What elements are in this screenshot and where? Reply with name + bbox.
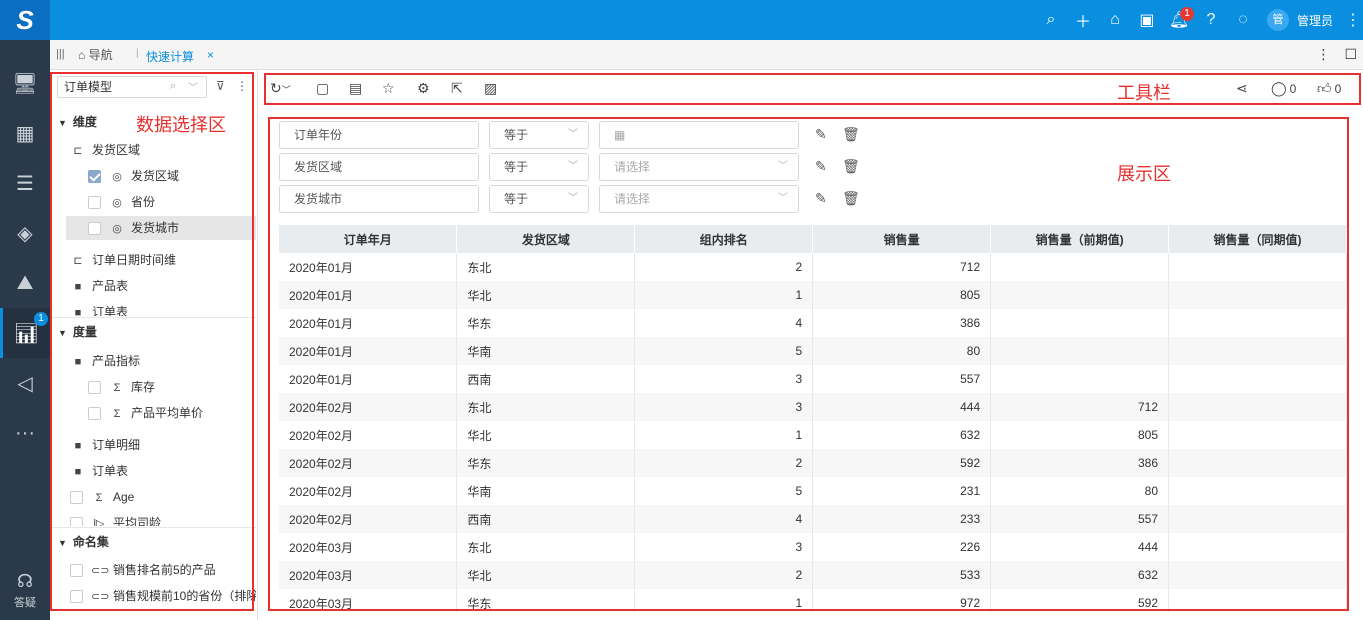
left-nav: 🖥︎ ▦ ☰ ◈ ⛰︎ 📊︎ 1 ◁ ··· ☊ 答疑 xyxy=(0,40,50,620)
annotation-toolbar: 工具栏 xyxy=(1117,83,1171,103)
username[interactable]: 管理员 xyxy=(1297,12,1333,29)
annotation-data-area: 数据选择区 xyxy=(136,115,226,135)
notification-badge: 1 xyxy=(1179,7,1194,21)
tab-bar: ||| ⌂ 导航 | 快速计算 × ⋮ ☐ xyxy=(50,40,1363,70)
tab-quick-calc[interactable]: 快速计算 xyxy=(146,48,194,65)
top-bar: S ⌕ ＋ ⌂ ▣ 🔔︎ 1 ? ◌ 管 管理员 ⋮ xyxy=(0,0,1363,40)
annotation-box-data-area xyxy=(50,72,254,611)
home-icon: ⌂ xyxy=(78,48,86,62)
drag-handle-icon[interactable]: ||| xyxy=(56,48,65,60)
monitor-icon[interactable]: 🖥︎ xyxy=(0,58,50,108)
maximize-icon[interactable]: ☐ xyxy=(1344,46,1357,63)
tab-right-controls: ⋮ ☐ xyxy=(1316,46,1357,63)
send-icon[interactable]: ◁ xyxy=(0,358,50,408)
more-vertical-icon[interactable]: ⋮ xyxy=(1343,0,1363,40)
analysis-chart-icon[interactable]: 📊︎ 1 xyxy=(0,308,50,358)
chart-mountain-icon[interactable]: ⛰︎ xyxy=(0,258,50,308)
help-label: 答疑 xyxy=(14,597,36,609)
headset-icon: ☊ xyxy=(17,571,33,591)
database-icon[interactable]: ☰ xyxy=(0,158,50,208)
tab-home[interactable]: ⌂ 导航 xyxy=(78,46,113,63)
more-horizontal-icon[interactable]: ··· xyxy=(0,408,50,458)
annotation-box-toolbar xyxy=(264,73,1361,105)
close-icon[interactable]: × xyxy=(207,48,214,62)
bell-icon[interactable]: 🔔︎ 1 xyxy=(1163,0,1195,40)
app-logo[interactable]: S xyxy=(0,0,50,40)
nav-badge: 1 xyxy=(34,312,48,326)
add-icon[interactable]: ＋ xyxy=(1067,0,1099,40)
chat-icon[interactable]: ◌ xyxy=(1227,0,1259,40)
annotation-display: 展示区 xyxy=(1117,164,1171,184)
avatar[interactable]: 管 xyxy=(1266,9,1289,31)
tab-separator: | xyxy=(136,48,139,59)
tab-home-label: 导航 xyxy=(88,48,113,62)
help-button[interactable]: ☊ 答疑 xyxy=(0,571,50,610)
help-icon[interactable]: ? xyxy=(1195,0,1227,40)
top-icons: ⌕ ＋ ⌂ ▣ 🔔︎ 1 ? ◌ 管 管理员 ⋮ xyxy=(1035,0,1363,40)
cube-icon[interactable]: ◈ xyxy=(0,208,50,258)
home-icon[interactable]: ⌂ xyxy=(1099,0,1131,40)
search-icon[interactable]: ⌕ xyxy=(1035,0,1067,40)
bag-icon[interactable]: ▣ xyxy=(1131,0,1163,40)
dashboard-icon[interactable]: ▦ xyxy=(0,108,50,158)
annotation-box-display xyxy=(268,117,1349,611)
more-vertical-icon[interactable]: ⋮ xyxy=(1316,46,1330,63)
